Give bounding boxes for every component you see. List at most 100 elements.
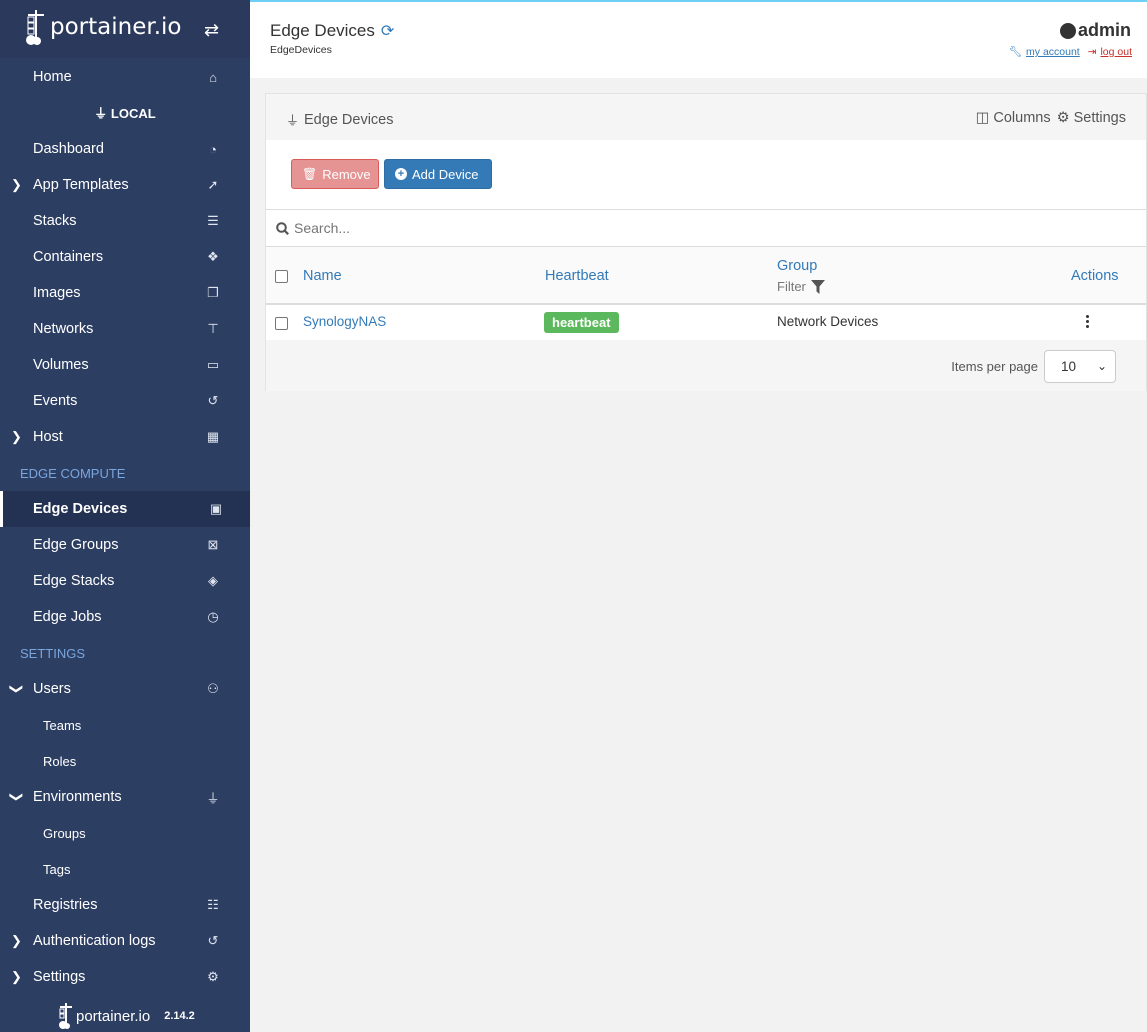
column-header-group[interactable]: Group (777, 258, 817, 274)
th-list-icon: ☰ (207, 213, 219, 228)
sidebar-item-edge-stacks[interactable]: Edge Stacks ◈ (0, 563, 250, 599)
cogs-icon: ⚙ (207, 969, 219, 984)
database-icon: ☷ (207, 897, 219, 912)
gear-icon: ⚙ (1056, 110, 1070, 126)
chevron-right-icon: ❯ (11, 933, 22, 948)
column-header-name[interactable]: Name (303, 268, 342, 284)
table-header: Name Heartbeat Group Filter Actions (266, 247, 1146, 305)
environment-label: LOCAL (110, 106, 156, 121)
items-per-page-select[interactable]: 10 ⌄ (1044, 350, 1116, 383)
sidebar-item-volumes[interactable]: Volumes ▭ (0, 347, 250, 383)
plug-icon: ⏚ (286, 113, 300, 128)
chevron-right-icon: ❯ (11, 177, 22, 192)
items-per-page-value: 10 (1061, 359, 1077, 374)
sitemap-icon: ⊤ (207, 321, 219, 336)
my-account-link[interactable]: my account (1026, 46, 1080, 58)
sidebar-item-dashboard[interactable]: Dashboard ◔ (0, 131, 250, 167)
sidebar-item-label: Edge Groups (33, 537, 119, 553)
search-input[interactable] (294, 220, 994, 236)
sidebar-item-label: Containers (33, 249, 104, 265)
log-out-link[interactable]: log out (1100, 46, 1132, 58)
more-actions-icon[interactable] (1084, 315, 1090, 329)
sidebar-toggle-icon[interactable]: ⇄ (204, 20, 219, 41)
sidebar-item-label: Edge Stacks (33, 573, 115, 589)
portainer-logo-icon (26, 10, 44, 45)
sidebar-item-stacks[interactable]: Stacks ☰ (0, 203, 250, 239)
sidebar-heading-edge-compute: EDGE COMPUTE (20, 466, 126, 481)
sidebar-item-label: Stacks (33, 213, 77, 229)
sidebar-item-edge-jobs[interactable]: Edge Jobs ◷ (0, 599, 250, 635)
cubes-icon: ❖ (207, 249, 219, 264)
sidebar-item-authentication-logs[interactable]: ❯ Authentication logs ↺ (0, 923, 250, 959)
sidebar-item-label: Edge Jobs (33, 609, 102, 625)
brand-name: portainer.io (50, 14, 182, 40)
sidebar-item-settings[interactable]: ❯ Settings ⚙ (0, 959, 250, 995)
sidebar-item-label: Users (33, 681, 71, 697)
user-circle-icon (1059, 22, 1076, 39)
clone-icon: ❐ (207, 285, 219, 300)
sidebar-item-users[interactable]: ❯ Users ⚇ (0, 671, 250, 707)
remove-button-label: Remove (322, 166, 371, 182)
filter-icon (810, 279, 825, 294)
sidebar-item-app-templates[interactable]: ❯ App Templates ➚ (0, 167, 250, 203)
sidebar-item-containers[interactable]: Containers ❖ (0, 239, 250, 275)
history-icon: ↺ (207, 933, 219, 948)
sidebar-brand: portainer.io ⇄ (0, 0, 250, 58)
sidebar-item-label: Networks (33, 321, 94, 337)
user-links: 🔧︎ my account ⇥ log out (1009, 45, 1132, 58)
sidebar-item-home[interactable]: Home ⌂ (0, 59, 250, 95)
sidebar-item-label: App Templates (33, 177, 129, 193)
sidebar-item-tags[interactable]: Tags (0, 851, 250, 887)
clock-icon: ◷ (207, 609, 219, 624)
sidebar-heading-settings: SETTINGS (20, 646, 86, 661)
plus-circle-icon: + (395, 168, 407, 180)
hdd-icon: ▭ (206, 357, 220, 372)
sidebar-item-host[interactable]: ❯ Host ▦ (0, 419, 250, 455)
dashboard-icon: ◔ (209, 141, 217, 157)
columns-button[interactable]: Columns (993, 110, 1050, 126)
device-group: Network Devices (777, 314, 879, 329)
home-icon: ⌂ (209, 69, 217, 85)
sidebar-item-roles[interactable]: Roles (0, 743, 250, 779)
sidebar-item-edge-groups[interactable]: Edge Groups ⊠ (0, 527, 250, 563)
remove-button[interactable]: 🗑︎ Remove (291, 159, 379, 189)
sidebar-item-environments[interactable]: ❯ Environments ⏚ (0, 779, 250, 815)
search-icon (276, 221, 289, 235)
sidebar-item-images[interactable]: Images ❐ (0, 275, 250, 311)
panel-header: ⏚ Edge Devices ◫ Columns ⚙ Settings (266, 94, 1146, 140)
sidebar-footer: portainer.io 2.14.2 (58, 1002, 195, 1030)
refresh-icon[interactable]: ⟳ (381, 21, 394, 41)
sidebar-item-events[interactable]: Events ↺ (0, 383, 250, 419)
group-filter[interactable]: Filter (777, 279, 825, 294)
rocket-icon: ➚ (207, 177, 219, 192)
column-header-heartbeat[interactable]: Heartbeat (545, 268, 609, 284)
page-title: Edge Devices ⟳ (270, 21, 394, 41)
user-info: admin (1059, 20, 1131, 41)
sidebar-item-label: Events (33, 393, 78, 409)
sidebar: portainer.io ⇄ Home ⌂ ⏚ LOCAL Dashboard … (0, 0, 250, 1032)
portainer-logo[interactable]: portainer.io (24, 8, 181, 46)
sidebar-item-label: Tags (43, 861, 71, 877)
column-header-actions: Actions (1071, 268, 1119, 284)
sidebar-item-label: Images (33, 285, 81, 301)
object-group-icon: ⊠ (207, 537, 219, 552)
settings-button[interactable]: Settings (1074, 110, 1126, 126)
sidebar-item-networks[interactable]: Networks ⊤ (0, 311, 250, 347)
device-name-link[interactable]: SynologyNAS (303, 314, 386, 329)
chevron-down-icon: ❯ (9, 683, 25, 695)
laptop-icon: ▣ (209, 501, 223, 516)
sidebar-item-groups[interactable]: Groups (0, 815, 250, 851)
edge-devices-panel: ⏚ Edge Devices ◫ Columns ⚙ Settings 🗑︎ R… (265, 93, 1147, 391)
row-checkbox[interactable] (275, 317, 288, 330)
sidebar-item-label: Dashboard (33, 141, 104, 157)
select-all-checkbox[interactable] (275, 270, 288, 283)
grid-icon: ▦ (206, 429, 220, 444)
sidebar-item-edge-devices[interactable]: Edge Devices ▣ (0, 491, 250, 527)
sidebar-item-teams[interactable]: Teams (0, 707, 250, 743)
panel-tools: ◫ Columns ⚙ Settings (976, 110, 1126, 126)
sidebar-item-registries[interactable]: Registries ☷ (0, 887, 250, 923)
add-device-button[interactable]: + Add Device (384, 159, 492, 189)
breadcrumb: EdgeDevices (270, 44, 332, 56)
version-label: 2.14.2 (164, 1010, 195, 1022)
history-icon: ↺ (207, 393, 219, 408)
